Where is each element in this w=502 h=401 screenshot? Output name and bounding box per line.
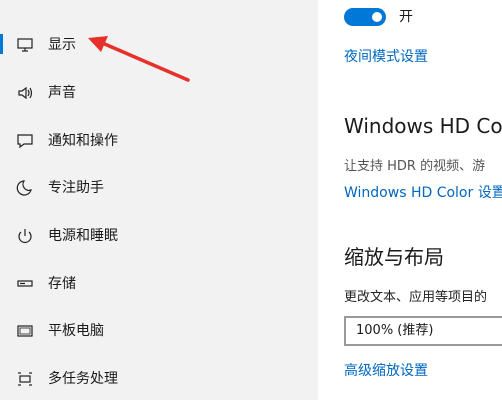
scale-dropdown[interactable]: 100% (推荐) (344, 316, 502, 346)
sidebar-item-label: 多任务处理 (48, 371, 118, 387)
scale-label: 更改文本、应用等项目的 (344, 290, 488, 305)
sidebar-item-label: 声音 (48, 85, 76, 101)
hdr-section-title: Windows HD Colo (344, 114, 502, 138)
power-icon (16, 227, 34, 245)
scale-layout-title: 缩放与布局 (344, 245, 444, 269)
display-settings-panel: 开 夜间模式设置 Windows HD Colo 让支持 HDR 的视频、游 W… (318, 0, 502, 400)
sidebar-item-tablet[interactable]: 平板电脑 (0, 309, 318, 353)
night-light-toggle[interactable] (344, 8, 386, 26)
sidebar-item-multitasking[interactable]: 多任务处理 (0, 357, 318, 401)
sidebar-item-label: 通知和操作 (48, 133, 118, 149)
toggle-state-label: 开 (399, 9, 413, 25)
sidebar-item-notifications[interactable]: 通知和操作 (0, 119, 318, 163)
night-light-settings-link[interactable]: 夜间模式设置 (344, 47, 428, 67)
sidebar-item-sound[interactable]: 声音 (0, 71, 318, 115)
sidebar-item-focus-assist[interactable]: 专注助手 (0, 166, 318, 210)
sidebar-item-label: 电源和睡眠 (48, 228, 118, 244)
storage-icon (16, 275, 34, 293)
moon-icon (16, 179, 34, 197)
sidebar-item-storage[interactable]: 存储 (0, 262, 318, 306)
sidebar-item-label: 专注助手 (48, 180, 104, 196)
sidebar-item-display[interactable]: 显示 (0, 23, 318, 67)
scale-dropdown-value: 100% (推荐) (356, 323, 434, 338)
speaker-icon (16, 84, 34, 102)
settings-sidebar: 显示 声音 通知和操作 专注助手 电源和睡眠 存储 平板电脑 多任务处理 (0, 0, 318, 400)
sidebar-item-power[interactable]: 电源和睡眠 (0, 214, 318, 258)
hdr-description: 让支持 HDR 的视频、游 (344, 159, 486, 174)
sidebar-item-label: 存储 (48, 276, 76, 292)
toggle-knob (372, 12, 382, 22)
advanced-scaling-link[interactable]: 高级缩放设置 (344, 361, 428, 381)
sidebar-item-label: 平板电脑 (48, 323, 104, 339)
message-icon (16, 132, 34, 150)
tablet-icon (16, 322, 34, 340)
hdr-settings-link[interactable]: Windows HD Color 设置 (344, 183, 502, 203)
multitask-icon (16, 370, 34, 388)
sidebar-item-label: 显示 (48, 37, 76, 53)
monitor-icon (16, 36, 34, 54)
